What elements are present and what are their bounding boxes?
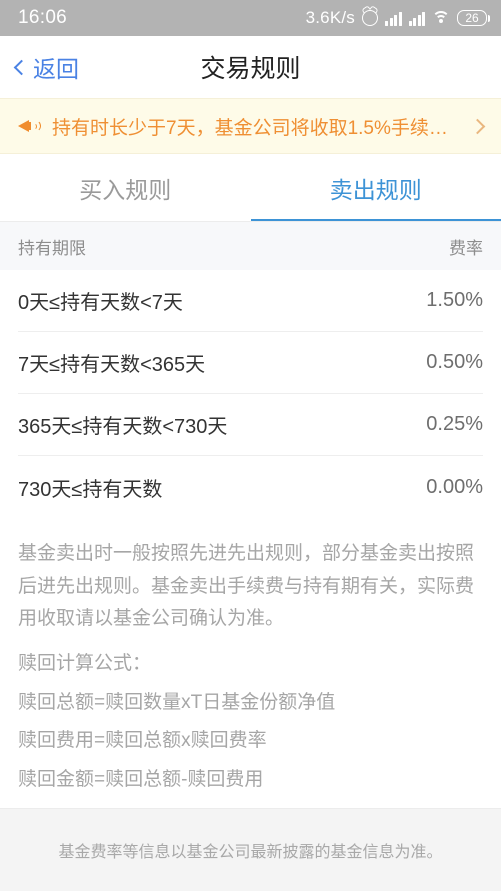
battery-icon: 26: [457, 10, 490, 26]
cellular-signal-icon-2: [408, 11, 425, 26]
footer-disclaimer: 基金费率等信息以基金公司最新披露的基金信息为准。: [0, 808, 501, 891]
holding-period-value: 0天≤持有天数<7天: [18, 292, 183, 314]
fee-rate-value: 1.50%: [426, 289, 483, 311]
fee-table-header: 持有期限 费率: [0, 222, 501, 270]
status-indicators: 3.6K/s 26: [305, 8, 490, 28]
table-row: 365天≤持有天数<730天 0.25%: [18, 394, 483, 456]
rules-notes: 基金卖出时一般按照先进先出规则，部分基金卖出按照后进先出规则。基金卖出手续费与持…: [0, 518, 501, 808]
alarm-clock-icon: [362, 10, 378, 26]
notice-banner-text: 持有时长少于7天，基金公司将收取1.5%手续…: [52, 117, 448, 139]
formula-title: 赎回计算公式：: [18, 653, 152, 675]
fee-rate-value: 0.25%: [426, 413, 483, 435]
formula-line: 赎回总额=赎回数量xT日基金份额净值: [18, 691, 336, 713]
chevron-left-icon: [13, 59, 30, 75]
column-header-holding-period: 持有期限: [18, 238, 86, 258]
cellular-signal-icon-1: [385, 11, 402, 26]
table-row: 0天≤持有天数<7天 1.50%: [18, 270, 483, 332]
notes-paragraph: 基金卖出时一般按照先进先出规则，部分基金卖出按照后进先出规则。基金卖出手续费与持…: [18, 543, 475, 630]
column-header-fee-rate: 费率: [449, 238, 483, 258]
holding-period-value: 365天≤持有天数<730天: [18, 416, 228, 438]
table-row: 730天≤持有天数 0.00%: [18, 456, 483, 518]
wifi-icon: [432, 11, 450, 25]
formula-line: 赎回费用=赎回总额x赎回费率: [18, 730, 267, 752]
fee-rate-value: 0.50%: [426, 351, 483, 373]
tab-sell-rules[interactable]: 卖出规则: [250, 154, 501, 221]
fee-table-body: 0天≤持有天数<7天 1.50% 7天≤持有天数<365天 0.50% 365天…: [0, 270, 501, 518]
footer-disclaimer-text: 基金费率等信息以基金公司最新披露的基金信息为准。: [58, 844, 443, 861]
formula-line: 赎回金额=赎回总额-赎回费用: [18, 769, 264, 791]
rules-tab-bar: 买入规则 卖出规则: [0, 154, 501, 222]
status-bar: 16:06 3.6K/s 26: [0, 0, 501, 36]
fee-rate-value: 0.00%: [426, 475, 483, 498]
table-row: 7天≤持有天数<365天 0.50%: [18, 332, 483, 394]
tab-buy-rules[interactable]: 买入规则: [0, 154, 251, 221]
app-screen: 16:06 3.6K/s 26 返回 交易规则 持有时长少于7天，基金公司将收取…: [0, 0, 501, 891]
navigation-bar: 返回 交易规则: [0, 36, 501, 98]
network-speed-text: 3.6K/s: [305, 8, 355, 27]
back-button-label: 返回: [33, 56, 79, 82]
holding-period-value: 7天≤持有天数<365天: [18, 354, 206, 376]
megaphone-icon: [18, 117, 41, 135]
notice-banner[interactable]: 持有时长少于7天，基金公司将收取1.5%手续…: [0, 98, 501, 154]
chevron-right-icon[interactable]: [469, 118, 486, 134]
back-button[interactable]: 返回: [0, 50, 95, 84]
status-time: 16:06: [18, 7, 68, 28]
holding-period-value: 730天≤持有天数: [18, 478, 163, 501]
